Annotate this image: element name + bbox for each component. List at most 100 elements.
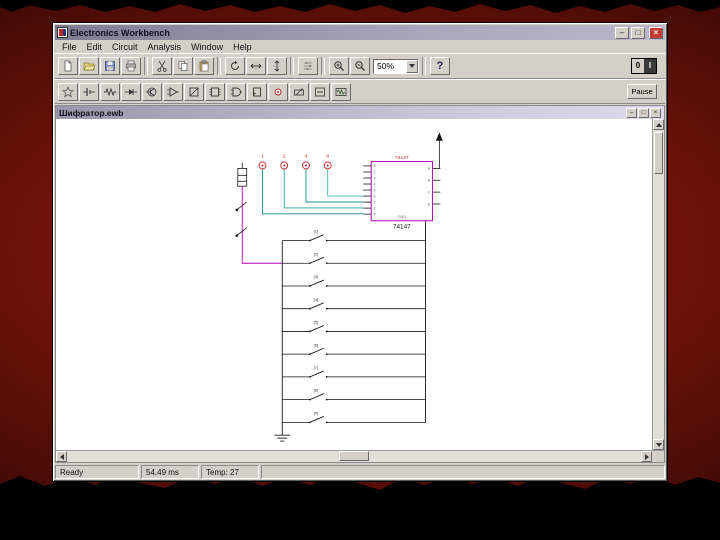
- vertical-scroll-thumb[interactable]: [654, 132, 663, 174]
- battery-component[interactable]: [238, 162, 247, 186]
- instruments-bin-button[interactable]: [331, 83, 351, 101]
- scroll-right-button[interactable]: [641, 451, 652, 462]
- menu-circuit[interactable]: Circuit: [107, 42, 143, 52]
- scroll-up-button[interactable]: [653, 119, 664, 130]
- maximize-button[interactable]: □: [631, 27, 645, 39]
- main-toolbar: 50% ? 0 I: [55, 53, 665, 79]
- zoom-dropdown-button[interactable]: [406, 60, 418, 73]
- switch-row[interactable]: [4]: [282, 297, 425, 310]
- svg-text:[1]: [1]: [314, 229, 318, 234]
- switch-row[interactable]: [5]: [282, 320, 425, 333]
- document-minimize-button[interactable]: –: [626, 108, 637, 118]
- zoom-level-select[interactable]: 50%: [373, 59, 419, 74]
- toolbar-separator: [290, 57, 294, 75]
- analog-ics-bin-button[interactable]: [163, 83, 183, 101]
- document-close-button[interactable]: ×: [650, 108, 661, 118]
- schematic-canvas[interactable]: 74147 GND 74147 123456789ABCD 1248 [1] [2…: [56, 119, 652, 450]
- transistors-bin-button[interactable]: [142, 83, 162, 101]
- scroll-down-button[interactable]: [653, 439, 664, 450]
- diodes-bin-button[interactable]: [121, 83, 141, 101]
- horizontal-scroll-thumb[interactable]: [339, 451, 369, 461]
- scroll-left-button[interactable]: [56, 451, 67, 462]
- digital-bin-button[interactable]: [247, 83, 267, 101]
- open-button[interactable]: [79, 57, 99, 75]
- flip-vertical-button[interactable]: [267, 57, 287, 75]
- menu-bar: File Edit Circuit Analysis Window Help: [55, 40, 665, 53]
- power-off-label[interactable]: 0: [632, 59, 644, 73]
- encoder-chip-74147[interactable]: 74147 GND 74147 123456789ABCD: [363, 155, 440, 231]
- bus-wires[interactable]: [282, 221, 425, 435]
- open-folder-icon: [83, 60, 95, 72]
- switch-row[interactable]: [9]: [282, 410, 425, 423]
- close-button[interactable]: ×: [649, 27, 663, 39]
- status-sim-time: 54.49 ms: [141, 465, 199, 479]
- controls-bin-button[interactable]: [289, 83, 309, 101]
- opamp-icon: [166, 86, 180, 98]
- switch-row[interactable]: [2]: [282, 251, 425, 264]
- document-maximize-button[interactable]: □: [638, 108, 649, 118]
- switch-row[interactable]: [6]: [282, 342, 425, 355]
- logic-gates-bin-button[interactable]: [226, 83, 246, 101]
- scroll-right-icon: [645, 454, 649, 460]
- basic-bin-button[interactable]: [100, 83, 120, 101]
- svg-text:1: 1: [374, 164, 376, 168]
- rotate-icon: [229, 60, 241, 72]
- svg-text:2: 2: [283, 154, 286, 160]
- horizontal-scroll-track[interactable]: [67, 451, 641, 462]
- status-bar: Ready 54.49 ms Temp: 27: [55, 465, 665, 479]
- sources-bin-button[interactable]: [79, 83, 99, 101]
- controls-icon: [292, 86, 306, 98]
- document-title: Шифратор.ewb: [59, 108, 625, 118]
- menu-edit[interactable]: Edit: [82, 42, 108, 52]
- new-button[interactable]: [58, 57, 78, 75]
- scissors-icon: [156, 60, 168, 72]
- transistor-icon: [145, 86, 159, 98]
- svg-text:[7]: [7]: [314, 365, 318, 370]
- power-switch[interactable]: 0 I: [631, 58, 657, 74]
- new-file-icon: [62, 60, 74, 72]
- ground-symbol[interactable]: [274, 435, 290, 441]
- and-gate-icon: [229, 86, 243, 98]
- help-button[interactable]: ?: [430, 57, 450, 75]
- print-button[interactable]: [121, 57, 141, 75]
- cut-button[interactable]: [152, 57, 172, 75]
- zoom-out-button[interactable]: [350, 57, 370, 75]
- miscellaneous-bin-button[interactable]: [310, 83, 330, 101]
- switch-row[interactable]: [8]: [282, 388, 425, 401]
- menu-analysis[interactable]: Analysis: [143, 42, 187, 52]
- parts-bin-toolbar: Pause: [55, 79, 665, 104]
- document-title-bar[interactable]: Шифратор.ewb – □ ×: [56, 106, 664, 119]
- menu-file[interactable]: File: [57, 42, 82, 52]
- power-on-label[interactable]: I: [644, 59, 656, 73]
- svg-text:[3]: [3]: [314, 274, 318, 279]
- inline-switches[interactable]: [236, 202, 247, 236]
- chip-gnd-label: GND: [397, 214, 406, 219]
- status-temperature: Temp: 27: [201, 465, 259, 479]
- pause-button[interactable]: Pause: [627, 84, 657, 99]
- switch-row[interactable]: [7]: [282, 365, 425, 378]
- probe-indicators[interactable]: 1248: [259, 154, 363, 214]
- indicators-bin-button[interactable]: [268, 83, 288, 101]
- component-properties-button[interactable]: [298, 57, 318, 75]
- app-window: Electronics Workbench – □ × File Edit Ci…: [52, 22, 668, 482]
- vcc-symbol[interactable]: [436, 132, 443, 168]
- digital-ics-bin-button[interactable]: [205, 83, 225, 101]
- horizontal-scrollbar[interactable]: [56, 450, 664, 462]
- save-button[interactable]: [100, 57, 120, 75]
- vertical-scrollbar[interactable]: [652, 119, 664, 450]
- flip-horizontal-button[interactable]: [246, 57, 266, 75]
- title-bar[interactable]: Electronics Workbench – □ ×: [55, 25, 665, 40]
- scroll-down-icon: [656, 443, 662, 447]
- rotate-button[interactable]: [225, 57, 245, 75]
- mixed-ics-bin-button[interactable]: [184, 83, 204, 101]
- menu-window[interactable]: Window: [186, 42, 228, 52]
- zoom-in-button[interactable]: [329, 57, 349, 75]
- favorites-bin-button[interactable]: [58, 83, 78, 101]
- svg-text:6: 6: [374, 194, 376, 198]
- minimize-button[interactable]: –: [615, 27, 629, 39]
- switch-row[interactable]: [3]: [282, 274, 425, 287]
- menu-help[interactable]: Help: [228, 42, 257, 52]
- toolbar-separator: [422, 57, 426, 75]
- paste-button[interactable]: [194, 57, 214, 75]
- copy-button[interactable]: [173, 57, 193, 75]
